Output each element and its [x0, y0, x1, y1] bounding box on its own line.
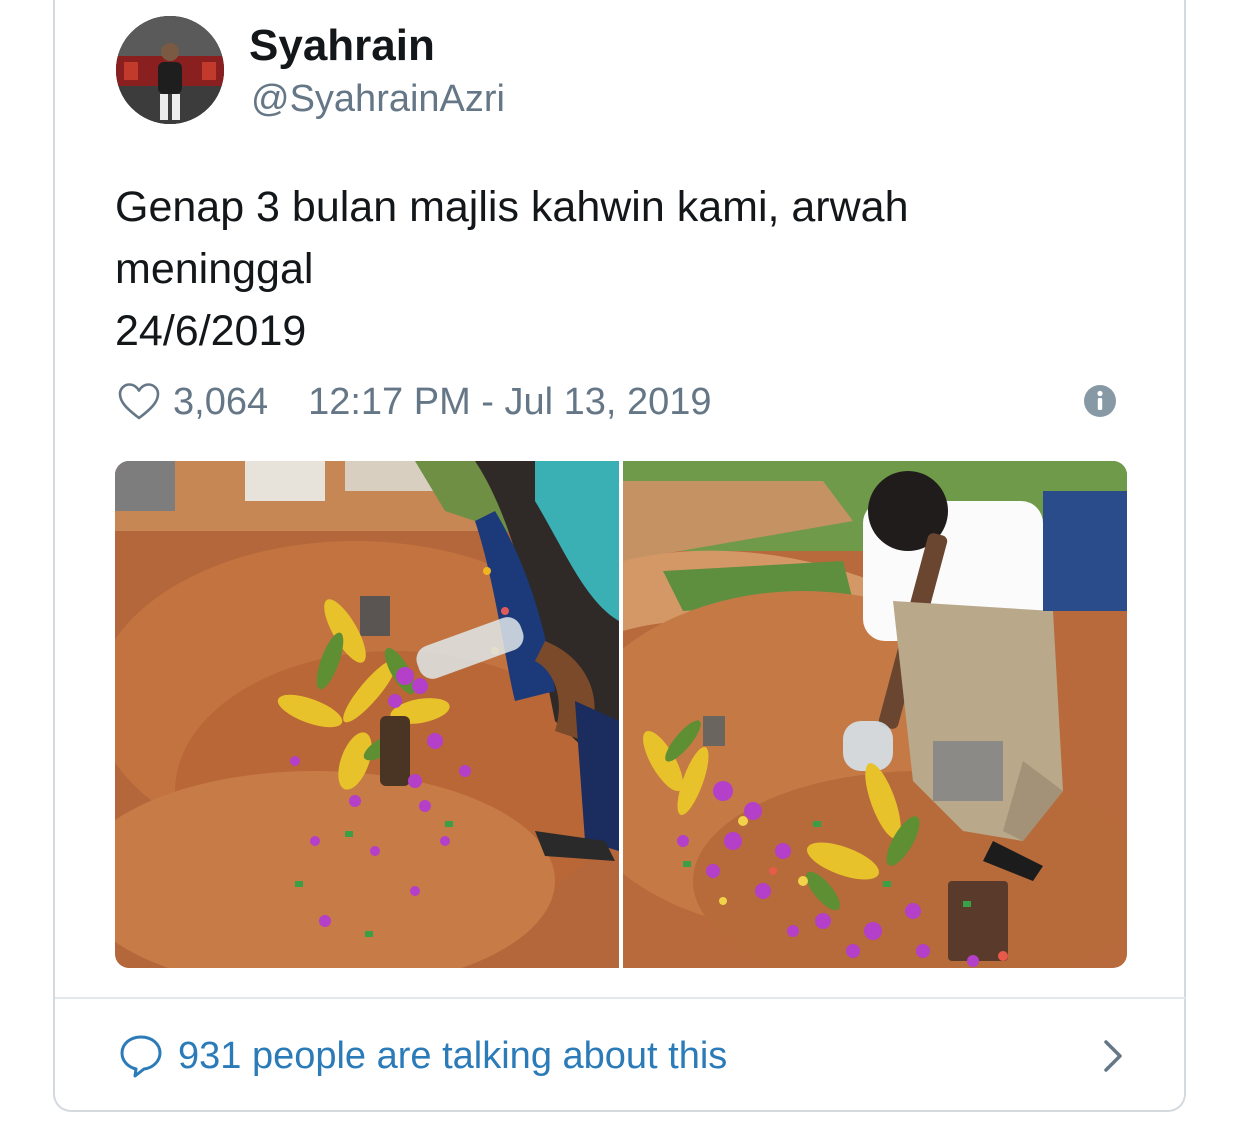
conversation-count-label[interactable]: 931 people are talking about this: [178, 1035, 727, 1078]
grave-flowers-photo-2: [623, 461, 1127, 968]
tweet-text: Genap 3 bulan majlis kahwin kami, arwah …: [115, 183, 909, 355]
tweet-embed-screenshot: Syahrain @SyahrainAzri Genap 3 bulan maj…: [0, 0, 1242, 1126]
footer-divider: [55, 997, 1186, 999]
conversation-link[interactable]: 931 people are talking about this: [118, 1030, 1128, 1082]
tweet-timestamp[interactable]: 12:17 PM - Jul 13, 2019: [308, 381, 711, 424]
tweet-media-grid[interactable]: [115, 461, 1127, 968]
tweet-meta: 3,064 12:17 PM - Jul 13, 2019: [117, 378, 712, 426]
heart-outline-icon[interactable]: [117, 380, 161, 424]
info-circle-icon[interactable]: [1083, 384, 1117, 418]
like-count[interactable]: 3,064: [173, 381, 268, 424]
avatar-image: [116, 16, 224, 124]
avatar[interactable]: [116, 16, 224, 124]
user-handle[interactable]: @SyahrainAzri: [251, 76, 505, 122]
display-name[interactable]: Syahrain: [249, 20, 435, 72]
tweet-photo-right[interactable]: [623, 461, 1127, 968]
speech-bubble-icon: [120, 1035, 162, 1078]
grave-flowers-photo-1: [115, 461, 619, 968]
chevron-right-icon[interactable]: [1098, 1038, 1128, 1074]
tweet-photo-left[interactable]: [115, 461, 619, 968]
